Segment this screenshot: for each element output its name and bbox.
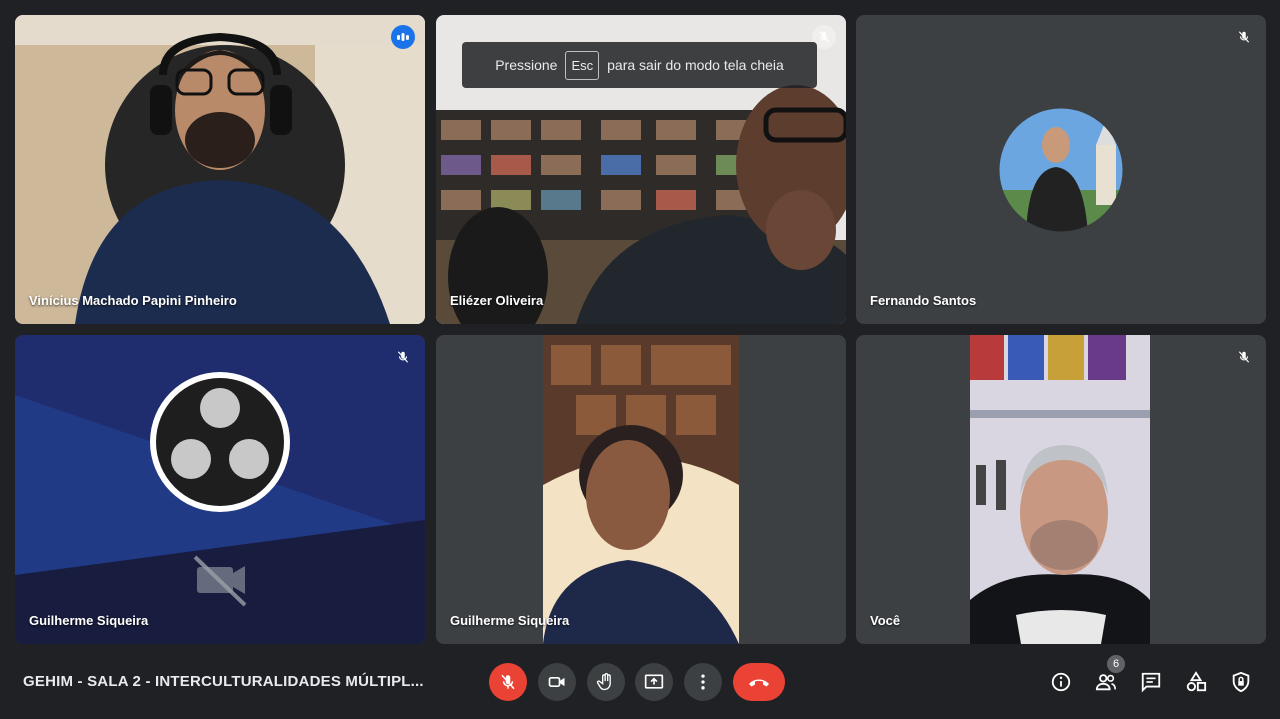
notice-text-before: Pressione: [495, 57, 558, 73]
bottom-control-bar: GEHIM - SALA 2 - INTERCULTURALIDADES MÚL…: [0, 645, 1280, 719]
camera-icon: [548, 677, 565, 687]
meeting-details-button[interactable]: [1047, 668, 1075, 696]
participant-tile-guilherme[interactable]: Guilherme Siqueira: [436, 335, 846, 644]
raise-hand-button[interactable]: [587, 663, 625, 701]
participant-count-badge: 6: [1107, 655, 1125, 673]
fullscreen-notice: Pressione Esc para sair do modo tela che…: [462, 42, 817, 88]
host-controls-button[interactable]: [1227, 668, 1255, 696]
host-controls-icon: [1232, 671, 1250, 693]
muted-indicator: [1232, 25, 1256, 49]
esc-key-hint: Esc: [565, 50, 600, 80]
activities-button[interactable]: [1182, 668, 1210, 696]
speaking-indicator: [391, 25, 415, 49]
chat-button[interactable]: [1137, 668, 1165, 696]
participant-tile-vinicius[interactable]: Vinícius Machado Papini Pinheiro: [15, 15, 425, 324]
mic-off-icon: [397, 351, 409, 363]
meeting-title: GEHIM - SALA 2 - INTERCULTURALIDADES MÚL…: [23, 673, 424, 690]
leave-call-button[interactable]: [733, 663, 785, 701]
participant-name: Guilherme Siqueira: [29, 613, 149, 628]
participant-avatar: [998, 107, 1124, 233]
participant-video: [970, 335, 1150, 644]
participant-tile-self[interactable]: Você: [856, 335, 1266, 644]
microphone-toggle-button[interactable]: [489, 663, 527, 701]
chat-icon: [1141, 672, 1161, 693]
mic-off-icon: [1238, 31, 1250, 43]
participant-name: Eliézer Oliveira: [450, 293, 544, 308]
activities-icon: [1186, 671, 1207, 692]
call-end-icon: [749, 679, 769, 687]
participant-name: Fernando Santos: [870, 293, 977, 308]
audio-level-icon: [397, 33, 409, 41]
participant-video: [15, 15, 425, 324]
mic-off-icon: [818, 31, 830, 43]
participant-video: [15, 335, 425, 644]
more-options-button[interactable]: [684, 663, 722, 701]
participant-tile-fernando[interactable]: Fernando Santos: [856, 15, 1266, 324]
participant-video: [543, 335, 739, 644]
more-vert-icon: [701, 674, 705, 690]
notice-text-after: para sair do modo tela cheia: [607, 57, 784, 73]
participant-tile-guilherme-obs[interactable]: Guilherme Siqueira: [15, 335, 425, 644]
raise-hand-icon: [596, 673, 611, 691]
obs-logo-icon: [150, 372, 290, 512]
mic-off-icon: [1238, 351, 1250, 363]
participant-name: Vinícius Machado Papini Pinheiro: [29, 293, 237, 308]
participant-name: Você: [870, 613, 901, 628]
info-icon: [1051, 672, 1071, 692]
mic-off-icon: [501, 674, 515, 690]
muted-indicator: [1232, 345, 1256, 369]
muted-indicator: [391, 345, 415, 369]
present-screen-icon: [644, 674, 664, 689]
participant-name: Guilherme Siqueira: [450, 613, 570, 628]
people-icon: [1095, 674, 1116, 691]
camera-toggle-button[interactable]: [538, 663, 576, 701]
present-screen-button[interactable]: [635, 663, 673, 701]
